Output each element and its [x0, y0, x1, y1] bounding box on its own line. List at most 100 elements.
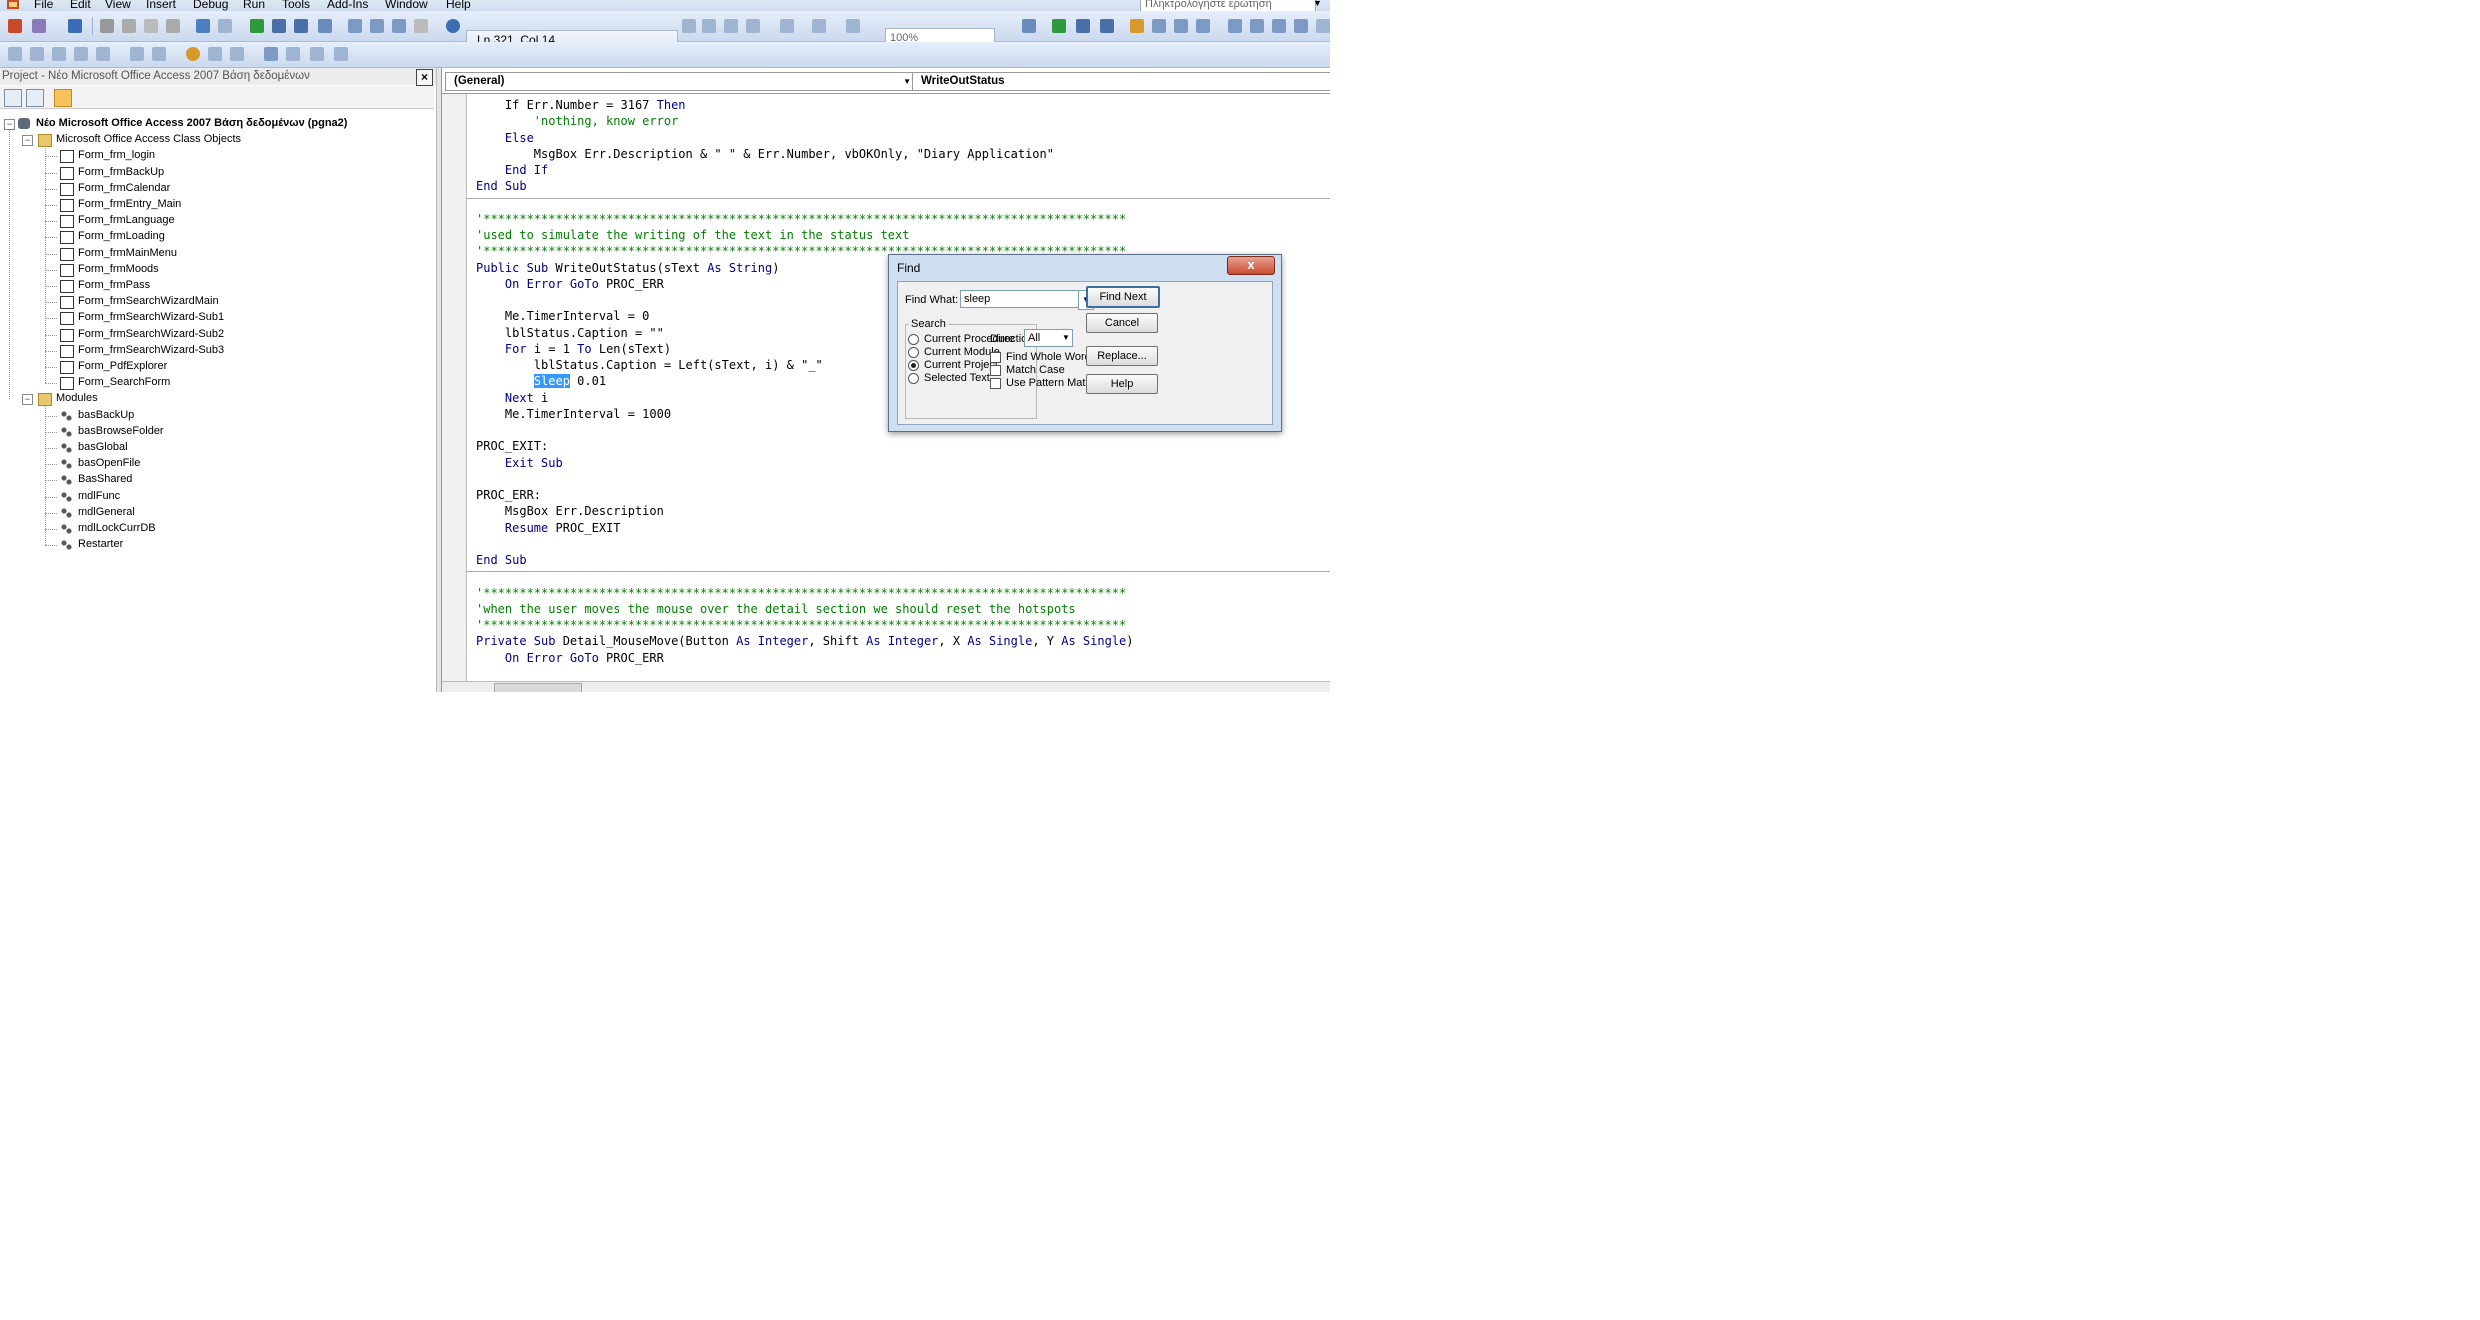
edit-indent-icon[interactable] — [130, 47, 144, 61]
code-line[interactable]: For i = 1 To Len(sText) — [476, 342, 671, 357]
margin-indicator-bar[interactable] — [442, 94, 467, 684]
code-line[interactable]: End If — [476, 163, 548, 178]
code-line[interactable]: 'when the user moves the mouse over the … — [476, 602, 1076, 617]
radio-button-icon[interactable] — [908, 347, 919, 358]
chevron-down-icon[interactable]: ▼ — [1060, 329, 1072, 347]
radio-button-icon[interactable] — [908, 360, 919, 371]
toolbox-icon[interactable] — [414, 19, 428, 33]
step-over-icon[interactable] — [1174, 19, 1188, 33]
watch-window-icon[interactable] — [1272, 19, 1286, 33]
code-line[interactable]: Private Sub Detail_MouseMove(Button As I… — [476, 634, 1134, 649]
object-combo[interactable]: (General) ▼ — [445, 72, 915, 91]
view-object-icon[interactable] — [26, 89, 44, 107]
design-mode-icon-2[interactable] — [1022, 19, 1036, 33]
horizontal-scrollbar[interactable] — [442, 681, 1330, 692]
undo-icon[interactable] — [196, 19, 210, 33]
project-explorer-icon[interactable] — [348, 19, 362, 33]
code-line[interactable]: lblStatus.Caption = Left(sText, i) & "_" — [476, 358, 823, 373]
code-line[interactable]: MsgBox Err.Description — [476, 504, 664, 519]
group-icon[interactable] — [812, 19, 826, 33]
insert-object-icon[interactable] — [32, 19, 46, 33]
locals-window-icon[interactable] — [1228, 19, 1242, 33]
code-line[interactable]: End Sub — [476, 179, 527, 194]
next-bookmark-icon[interactable] — [286, 47, 300, 61]
menu-file[interactable]: File — [34, 0, 53, 11]
code-line[interactable]: End Sub — [476, 553, 527, 568]
close-icon[interactable]: × — [416, 69, 433, 86]
access-view-icon[interactable] — [8, 19, 22, 33]
code-line[interactable]: Me.TimerInterval = 1000 — [476, 407, 671, 422]
menu-edit[interactable]: Edit — [70, 0, 91, 11]
help-button[interactable]: Help — [1086, 374, 1158, 394]
code-line[interactable]: On Error GoTo PROC_ERR — [476, 277, 664, 292]
menu-run[interactable]: Run — [243, 0, 265, 11]
outdent-icon[interactable] — [702, 19, 716, 33]
help-icon[interactable] — [446, 19, 460, 33]
clear-bookmarks-icon[interactable] — [334, 47, 348, 61]
menu-tools[interactable]: Tools — [282, 0, 310, 11]
find-next-button[interactable]: Find Next — [1086, 286, 1160, 308]
save-icon[interactable] — [68, 19, 82, 33]
list-constants-icon[interactable] — [30, 47, 44, 61]
run-icon-2[interactable] — [1052, 19, 1066, 33]
code-line[interactable]: Resume PROC_EXIT — [476, 521, 621, 536]
code-line[interactable]: If Err.Number = 3167 Then — [476, 98, 686, 113]
menu-window[interactable]: Window — [385, 0, 428, 11]
copy-icon[interactable] — [122, 19, 136, 33]
size-icon[interactable] — [746, 19, 760, 33]
ask-dropdown-icon[interactable]: ▼ — [1313, 0, 1322, 8]
menu-help[interactable]: Help — [446, 0, 471, 11]
properties-window-icon[interactable] — [370, 19, 384, 33]
code-line[interactable]: '***************************************… — [476, 212, 1126, 227]
parameter-info-icon[interactable] — [74, 47, 88, 61]
indent-icon[interactable] — [682, 19, 696, 33]
design-mode-icon[interactable] — [318, 19, 332, 33]
toggle-bookmark-icon[interactable] — [264, 47, 278, 61]
uncomment-block-icon[interactable] — [230, 47, 244, 61]
paste-icon[interactable] — [144, 19, 158, 33]
break-icon-2[interactable] — [1076, 19, 1090, 33]
code-line[interactable]: PROC_ERR: — [476, 488, 541, 503]
collapse-icon[interactable]: − — [4, 119, 15, 130]
call-stack-icon[interactable] — [1316, 19, 1330, 33]
object-browser-icon[interactable] — [392, 19, 406, 33]
scrollbar-thumb[interactable] — [494, 683, 582, 692]
radio-button-icon[interactable] — [908, 373, 919, 384]
code-line[interactable]: Public Sub WriteOutStatus(sText As Strin… — [476, 261, 779, 276]
menu-debug[interactable]: Debug — [193, 0, 228, 11]
code-line[interactable]: PROC_EXIT: — [476, 439, 548, 454]
procedure-combo[interactable]: WriteOutStatus — [912, 72, 1330, 91]
checkbox-icon[interactable] — [990, 378, 1001, 389]
code-line[interactable]: 'nothing, know error — [476, 114, 679, 129]
redo-icon[interactable] — [218, 19, 232, 33]
code-line[interactable]: Next i — [476, 391, 548, 406]
view-code-icon[interactable] — [4, 89, 22, 107]
quick-watch-icon[interactable] — [1294, 19, 1308, 33]
code-line[interactable]: On Error GoTo PROC_ERR — [476, 651, 664, 666]
code-line[interactable]: '***************************************… — [476, 618, 1126, 633]
run-icon[interactable] — [250, 19, 264, 33]
code-line[interactable]: Me.TimerInterval = 0 — [476, 309, 650, 324]
previous-bookmark-icon[interactable] — [310, 47, 324, 61]
comment-block-icon[interactable] — [208, 47, 222, 61]
edit-outdent-icon[interactable] — [152, 47, 166, 61]
step-into-icon[interactable] — [1152, 19, 1166, 33]
find-what-input[interactable]: sleep — [960, 290, 1079, 308]
close-button[interactable]: x — [1227, 256, 1275, 275]
break-icon[interactable] — [272, 19, 286, 33]
code-line[interactable]: MsgBox Err.Description & " " & Err.Numbe… — [476, 147, 1054, 162]
code-line[interactable]: Sleep 0.01 — [476, 374, 606, 389]
menu-insert[interactable]: Insert — [146, 0, 176, 11]
replace-button[interactable]: Replace... — [1086, 346, 1158, 366]
toggle-breakpoint-icon[interactable] — [1130, 19, 1144, 33]
radio-button-icon[interactable] — [908, 334, 919, 345]
code-line[interactable]: Exit Sub — [476, 456, 563, 471]
collapse-icon[interactable]: − — [22, 135, 33, 147]
find-icon[interactable] — [166, 19, 180, 33]
order-icon[interactable] — [846, 19, 860, 33]
collapse-icon[interactable]: − — [22, 394, 33, 406]
cut-icon[interactable] — [100, 19, 114, 33]
immediate-window-icon[interactable] — [1250, 19, 1264, 33]
cancel-button[interactable]: Cancel — [1086, 313, 1158, 333]
checkbox-icon[interactable] — [990, 365, 1001, 376]
